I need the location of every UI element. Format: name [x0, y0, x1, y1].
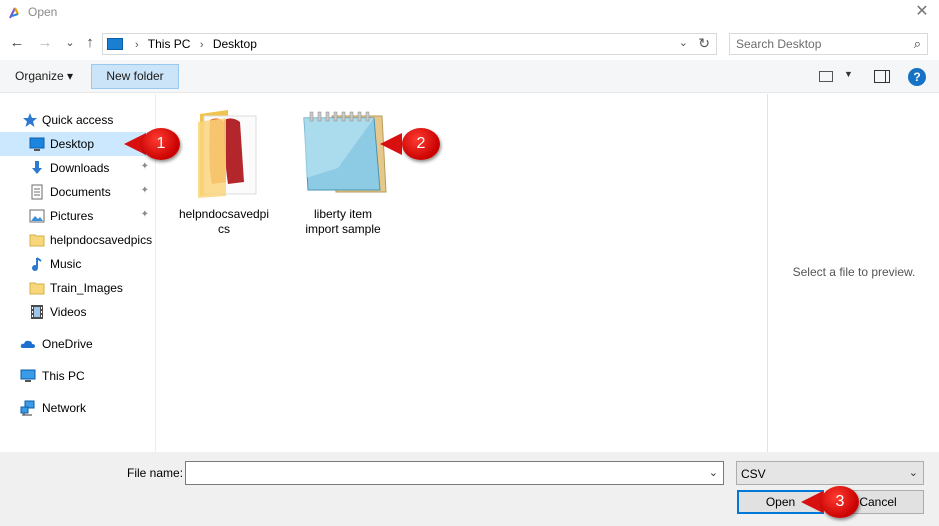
- notepad-file-icon: [303, 111, 387, 193]
- search-icon: ⌕: [913, 36, 921, 51]
- callout-arrow-icon: [801, 491, 823, 513]
- file-list: helpndocsavedpi cs liberty item import s…: [157, 94, 767, 452]
- sidebar-item-label: This PC: [42, 369, 85, 383]
- documents-icon: [31, 184, 43, 200]
- view-options-dropdown-icon[interactable]: ▼: [844, 69, 853, 79]
- preview-pane: Select a file to preview.: [767, 94, 939, 452]
- sidebar-item-label: Downloads: [50, 161, 110, 175]
- breadcrumb-separator-icon: ›: [135, 39, 139, 51]
- file-name-line: cs: [218, 222, 230, 236]
- refresh-icon[interactable]: ↻: [698, 35, 710, 52]
- file-type-chevron-icon: ⌄: [908, 467, 918, 479]
- sidebar-item-label: Pictures: [50, 209, 94, 223]
- callout-number: 1: [142, 128, 180, 160]
- organize-button[interactable]: Organize ▾: [10, 67, 78, 85]
- sidebar-item-this-pc[interactable]: This PC: [0, 364, 155, 388]
- breadcrumb-item-this-pc[interactable]: This PC: [148, 37, 191, 51]
- network-icon: [20, 400, 35, 416]
- address-bar[interactable]: › This PC › Desktop ⌄ ↻: [102, 33, 717, 55]
- folder-icon: [198, 110, 257, 198]
- new-folder-button[interactable]: New folder: [91, 64, 179, 89]
- sidebar-item-label: Videos: [50, 305, 87, 319]
- sidebar-item-label: helpndocsavedpics: [50, 233, 153, 247]
- sidebar-item-label: Music: [50, 257, 82, 271]
- command-toolbar: Organize ▾ New folder ▼ ?: [0, 60, 939, 93]
- pin-icon[interactable]: ✦: [141, 209, 149, 220]
- recent-locations-chevron-icon[interactable]: ⌄: [61, 34, 79, 52]
- pictures-icon: [29, 209, 45, 223]
- callout-marker: 3: [801, 486, 863, 518]
- download-icon: [32, 161, 42, 174]
- window-title: Open: [28, 5, 58, 19]
- title-bar: Open ✕: [0, 0, 939, 26]
- address-row: ← → ⌄ ↑ › This PC › Desktop ⌄ ↻ ⌕: [0, 30, 939, 58]
- forward-arrow-icon[interactable]: →: [36, 34, 54, 52]
- sidebar-item-label: Desktop: [50, 137, 95, 151]
- this-pc-icon: [107, 38, 123, 50]
- pin-icon[interactable]: ✦: [141, 161, 149, 172]
- sidebar-item-network[interactable]: Network: [0, 396, 155, 420]
- pin-icon[interactable]: ✦: [141, 185, 149, 196]
- preview-message: Select a file to preview.: [792, 265, 916, 279]
- file-item-helpndocsavedpics[interactable]: helpndocsavedpi cs: [169, 104, 279, 236]
- sidebar-item-train-images[interactable]: Train_Images: [0, 276, 155, 300]
- this-pc-icon: [20, 369, 36, 382]
- file-name-combobox[interactable]: ⌄: [185, 461, 724, 485]
- address-dropdown-chevron-icon[interactable]: ⌄: [679, 36, 688, 49]
- sidebar-item-label: Network: [42, 401, 87, 415]
- help-icon[interactable]: ?: [908, 68, 926, 86]
- breadcrumb-item-desktop[interactable]: Desktop: [213, 37, 257, 51]
- app-icon: [9, 7, 19, 19]
- sidebar-item-documents[interactable]: Documents ✦: [0, 180, 155, 204]
- sidebar-item-videos[interactable]: Videos: [0, 300, 155, 324]
- file-type-value: CSV: [741, 467, 766, 481]
- onedrive-icon: [20, 340, 35, 348]
- sidebar-item-label: Quick access: [42, 113, 114, 127]
- music-icon: [32, 257, 42, 271]
- callout-marker: 1: [124, 128, 182, 160]
- sidebar-item-onedrive[interactable]: OneDrive: [0, 332, 155, 356]
- up-arrow-icon[interactable]: ↑: [81, 34, 99, 52]
- file-name-dropdown-chevron-icon[interactable]: ⌄: [709, 466, 718, 479]
- file-type-select[interactable]: CSV ⌄: [736, 461, 924, 485]
- sidebar-item-label: OneDrive: [42, 337, 93, 351]
- sidebar-item-label: Train_Images: [50, 281, 123, 295]
- folder-icon: [29, 234, 45, 247]
- file-item-liberty-item-import-sample[interactable]: liberty item import sample: [288, 104, 398, 236]
- callout-number: 3: [821, 486, 859, 518]
- breadcrumb-separator-icon: ›: [199, 39, 204, 51]
- desktop-icon: [29, 137, 45, 151]
- videos-icon: [31, 305, 43, 319]
- footer-bar: File name: ⌄ CSV ⌄ Open Cancel: [0, 452, 939, 526]
- callout-marker: 2: [380, 128, 442, 160]
- search-box[interactable]: ⌕: [729, 33, 928, 55]
- breadcrumb: › This PC › Desktop: [129, 37, 257, 51]
- search-input[interactable]: [730, 34, 900, 54]
- file-name-input[interactable]: [186, 462, 696, 484]
- folder-icon: [29, 282, 45, 295]
- star-icon: [23, 113, 37, 127]
- sidebar-item-label: Documents: [50, 185, 111, 199]
- callout-number: 2: [402, 128, 440, 160]
- file-name-line: import sample: [305, 222, 381, 236]
- file-name-label: File name:: [127, 466, 184, 480]
- sidebar-item-music[interactable]: Music: [0, 252, 155, 276]
- sidebar-item-pictures[interactable]: Pictures ✦: [0, 204, 155, 228]
- close-icon[interactable]: ✕: [911, 2, 933, 22]
- file-name-line: liberty item: [313, 207, 372, 221]
- preview-pane-icon[interactable]: [874, 70, 890, 83]
- file-name-line: helpndocsavedpi: [178, 207, 270, 221]
- change-view-icon[interactable]: [819, 71, 833, 82]
- callout-arrow-icon: [380, 133, 402, 155]
- sidebar-item-helpndocsavedpics[interactable]: helpndocsavedpics: [0, 228, 155, 252]
- back-arrow-icon[interactable]: ←: [8, 34, 26, 52]
